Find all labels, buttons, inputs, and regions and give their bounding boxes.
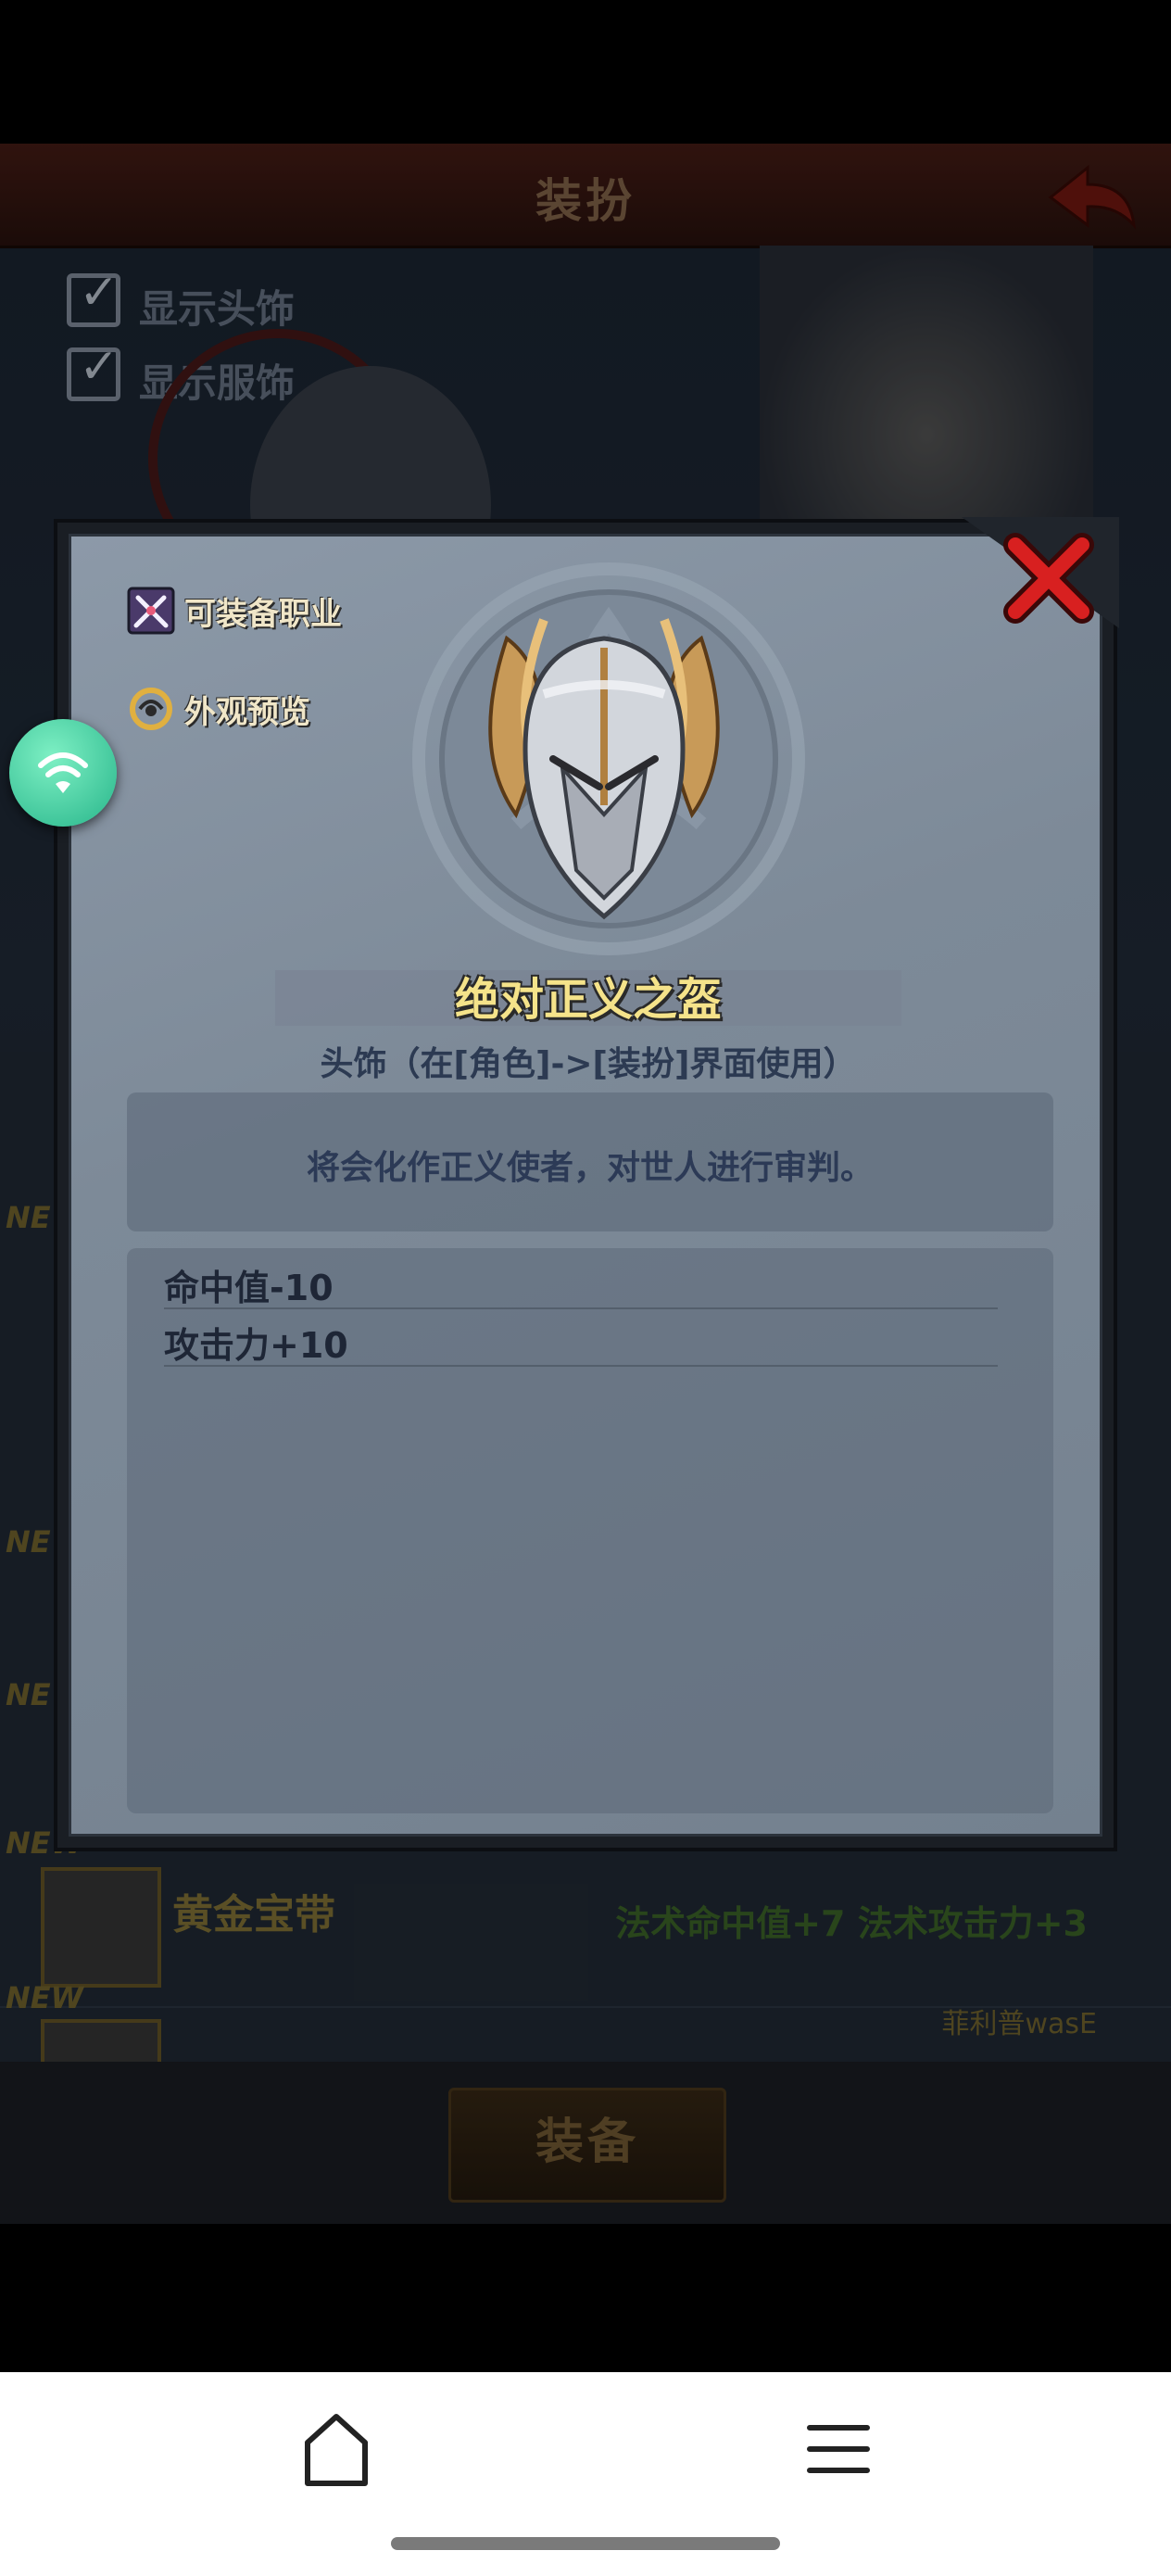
appearance-preview-link[interactable]: 外观预览 (127, 683, 310, 735)
item-detail-dialog: 可装备职业 外观预览 绝对正义之盔 头饰（在[角色]->[装扮]界面使用） 将会… (54, 517, 1119, 1851)
item-title: 绝对正义之盔 (454, 974, 722, 1026)
home-icon[interactable] (295, 2407, 378, 2491)
winged-helmet-icon (488, 618, 720, 920)
preview-icon (130, 688, 172, 730)
equipable-class-label: 可装备职业 (184, 595, 342, 633)
gesture-handle[interactable] (391, 2537, 780, 2550)
system-nav-bar (0, 2372, 1171, 2576)
stat-accuracy: 命中值-10 (164, 1268, 334, 1308)
item-description: 将会化作正义使者，对世人进行审判。 (306, 1149, 874, 1187)
stat-attack: 攻击力+10 (164, 1325, 348, 1366)
wifi-icon (38, 752, 88, 793)
menu-icon[interactable] (797, 2407, 880, 2491)
appearance-preview-label: 外观预览 (184, 693, 310, 731)
floating-wifi-button[interactable] (9, 719, 117, 827)
equipable-class-link[interactable]: 可装备职业 (127, 585, 342, 637)
description-box: 将会化作正义使者，对世人进行审判。 (127, 1092, 1053, 1231)
close-x-icon[interactable] (1002, 532, 1095, 625)
stats-box: 命中值-10 攻击力+10 (127, 1248, 1053, 1813)
dialog-panel: 可装备职业 外观预览 绝对正义之盔 头饰（在[角色]->[装扮]界面使用） 将会… (69, 534, 1102, 1837)
sword-class-icon (127, 587, 175, 635)
item-subtitle: 头饰（在[角色]->[装扮]界面使用） (320, 1045, 857, 1083)
stat-row: 攻击力+10 (164, 1309, 998, 1367)
stat-row: 命中值-10 (164, 1252, 998, 1309)
